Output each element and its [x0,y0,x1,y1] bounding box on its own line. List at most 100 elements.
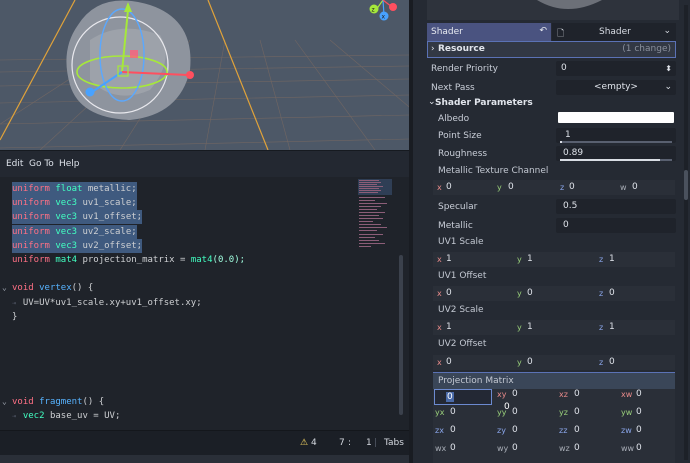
code-line[interactable]: uniform float metallic; [0,182,350,196]
matrix-xx-focus[interactable]: 0 [434,389,492,405]
matrix-yy-value[interactable]: 0 [512,407,518,417]
code-line[interactable]: uniform vec3 uv1_scale; [0,196,350,211]
matrix-wy-value[interactable]: 0 [512,443,518,453]
code-token: metallic; [82,184,137,194]
value-tooltip: 0 [504,402,510,412]
matrix-xz-value[interactable]: 0 [574,389,580,399]
code-editor[interactable]: uniform float metallic; uniform vec3 uv1_… [0,177,409,430]
code-token: uv2_offset; [77,240,143,251]
uv2-scale-x[interactable]: 1 [446,320,452,335]
uv1-scale-x[interactable]: 1 [446,252,452,267]
matrix-xy-label: xy [497,390,507,399]
code-token: uniform [12,226,50,237]
inspector-scrollbar[interactable] [684,5,688,460]
uv1-scale-z[interactable]: 1 [609,252,615,267]
editor-status-bar: ⚠ 4 7 : 1 | Tabs [0,430,409,455]
code-line[interactable]: ⌄ void fragment() { [0,395,350,409]
render-priority-spinbox[interactable]: 0 ⬍ [556,61,676,76]
revert-icon[interactable]: ↶ [539,26,547,36]
uv1-offset-y[interactable]: 0 [527,286,533,301]
warning-icon[interactable]: ⚠ [300,438,308,448]
code-line[interactable] [0,338,350,352]
code-text: uniform vec3 uv2_offset; [12,238,143,253]
code-line[interactable] [0,367,350,381]
code-line[interactable] [0,267,350,281]
code-line[interactable]: uniform vec3 uv2_offset; [0,238,350,253]
code-line[interactable] [0,352,350,366]
resource-section[interactable]: › Resource (1 change) [427,41,676,58]
uv2-offset-z[interactable]: 0 [609,355,615,370]
matrix-ww-value[interactable]: 0 [636,443,642,453]
help-menu[interactable]: Help [59,159,80,169]
shader-file-icon: 🗋 [557,29,565,39]
edit-menu[interactable]: Edit [6,159,23,169]
indent-mode[interactable]: Tabs [384,438,404,448]
matrix-wx-value[interactable]: 0 [450,443,456,453]
inspector-scrollbar-thumb[interactable] [684,170,688,200]
shader-property-row[interactable]: Shader ↶ [427,23,551,41]
matrix-wz-value[interactable]: 0 [574,443,580,453]
go-to-menu[interactable]: Go To [29,159,54,169]
matrix-yz-value[interactable]: 0 [574,407,580,417]
metallic-channel-z[interactable]: 0 [569,180,575,195]
code-scrollbar[interactable] [399,255,403,415]
code-line[interactable] [0,381,350,395]
code-line[interactable]: uniform vec3 uv2_scale; [0,224,350,239]
metallic-channel-vector [433,180,675,195]
matrix-zx-value[interactable]: 0 [450,425,456,435]
gizmo-z-label: z [372,7,375,14]
code-token: vertex [39,283,72,294]
metallic-channel-w[interactable]: 0 [632,180,638,195]
code-line[interactable]: uniform mat4 projection_matrix = mat4(0.… [0,253,350,267]
albedo-color-picker[interactable] [558,112,674,123]
matrix-zy-value[interactable]: 0 [512,425,518,435]
code-line[interactable]: ⇥ UV=UV*uv1_scale.xy+uv1_offset.xy; [0,296,350,310]
code-line[interactable]: } [0,310,350,324]
3d-viewport[interactable]: z x [0,0,409,150]
next-pass-value: <empty> [594,82,638,92]
code-line[interactable]: uniform vec3 uv1_offset; [0,210,350,225]
matrix-xy-value[interactable]: 0 [512,389,518,399]
metallic-slider[interactable]: 0 [556,218,676,233]
code-token: base_uv = UV; [44,411,121,422]
metallic-channel-x[interactable]: 0 [446,180,452,195]
chevron-down-icon[interactable]: ⌄ [663,26,671,36]
uv2-scale-vector [433,320,675,335]
warning-count[interactable]: 4 [311,438,317,448]
code-line[interactable]: ⇥ vec2 base_uv = UV; [0,409,350,423]
shader-resource-picker[interactable]: 🗋 Shader ⌄ [552,23,676,41]
code-line[interactable]: ⌄ void vertex() { [0,281,350,295]
specular-slider[interactable]: 0.5 [556,199,676,214]
code-token: uniform [12,240,50,251]
matrix-yx-value[interactable]: 0 [450,407,456,417]
matrix-zz-value[interactable]: 0 [574,425,580,435]
uv2-scale-y[interactable]: 1 [527,320,533,335]
code-token: void [12,283,34,294]
matrix-xx-value[interactable]: 0 [446,392,454,402]
matrix-ww-label: ww [621,444,635,453]
code-token: } [12,311,18,322]
matrix-zw-value[interactable]: 0 [636,425,642,435]
point-size-fill [560,141,562,143]
uv2-offset-x[interactable]: 0 [446,355,452,370]
uv2-scale-z[interactable]: 1 [609,320,615,335]
matrix-yw-value[interactable]: 0 [636,407,642,417]
uv1-offset-z[interactable]: 0 [609,286,615,301]
code-token: mat4 [190,255,213,265]
metallic-channel-y[interactable]: 0 [508,180,514,195]
axis-y-label: y [497,183,502,192]
inspector-panel: Shader ↶ 🗋 Shader ⌄ › Resource (1 change… [413,0,690,463]
code-line[interactable] [0,324,350,338]
chevron-down-icon[interactable]: ⌄ [664,80,672,95]
matrix-xw-value[interactable]: 0 [636,389,642,399]
code-token: () { [82,397,105,407]
code-minimap[interactable] [358,179,394,249]
fold-arrow-icon[interactable]: ⌄ [2,281,7,295]
uv1-scale-y[interactable]: 1 [527,252,533,267]
next-pass-picker[interactable]: <empty> ⌄ [556,80,676,95]
uv2-offset-y[interactable]: 0 [527,355,533,370]
spin-arrows-icon[interactable]: ⬍ [665,61,672,76]
uv1-offset-x[interactable]: 0 [446,286,452,301]
metallic-texture-channel-header: Metallic Texture Channel [433,163,675,180]
fold-arrow-icon[interactable]: ⌄ [2,395,7,409]
